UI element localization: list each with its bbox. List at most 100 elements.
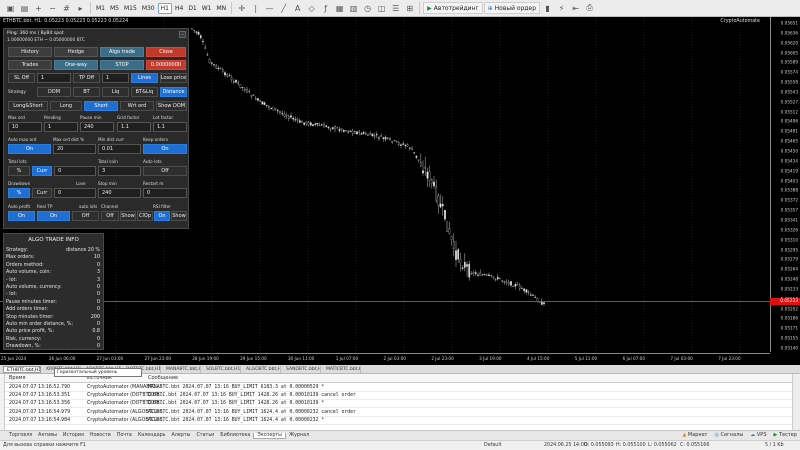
templates-icon[interactable]: ▦: [333, 2, 346, 15]
chart-shift-icon[interactable]: ⇤: [569, 2, 582, 15]
curr-toggle[interactable]: Curr: [32, 166, 52, 176]
auto-profit-toggle[interactable]: On: [8, 211, 35, 221]
restart-m-input[interactable]: 0: [143, 188, 187, 198]
grid-icon[interactable]: #: [60, 2, 73, 15]
channel-off-toggle[interactable]: Off: [101, 211, 119, 221]
pending-input[interactable]: 1: [44, 122, 78, 132]
chart-tab-sandbtc[interactable]: SANDBTC.bbt,H1: [283, 365, 321, 373]
lose-input[interactable]: 0: [54, 188, 96, 198]
vps-link[interactable]: ☁ VPS: [750, 432, 766, 438]
channel-show-button[interactable]: Show: [120, 211, 136, 221]
timeframe-m30[interactable]: M30: [140, 4, 157, 13]
grid-factor-input[interactable]: 1.1: [117, 122, 151, 132]
panel-minimize-button[interactable]: –: [179, 31, 186, 38]
tab-assets[interactable]: Активы: [35, 433, 60, 438]
time-column-header[interactable]: Время: [9, 375, 25, 381]
tab-experts[interactable]: Эксперты: [253, 432, 286, 439]
chart-tab-manabtc[interactable]: MANABTC.bbt,H1: [163, 365, 201, 373]
close-value-field[interactable]: 0.00000000: [146, 60, 186, 70]
objects-icon[interactable]: ◫: [375, 2, 388, 15]
market-link[interactable]: ▲ Маркет: [682, 432, 707, 438]
signals-link[interactable]: ◎ Сигналы: [714, 432, 743, 438]
auto-max-ord-toggle[interactable]: On: [8, 144, 51, 154]
long-short-button[interactable]: Long&Short: [8, 101, 48, 111]
bt-liq-button[interactable]: BT&Liq: [131, 87, 158, 97]
tab-library[interactable]: Библиотека: [217, 433, 253, 438]
keep-orders-toggle[interactable]: On: [143, 144, 187, 154]
tp-off-button[interactable]: TP Off: [73, 73, 100, 83]
tab-news[interactable]: Новости: [87, 433, 114, 438]
tab-trade[interactable]: Торговля: [6, 433, 35, 438]
new-chart-icon[interactable]: ▣: [4, 2, 17, 15]
clop-button[interactable]: ClOp: [137, 211, 153, 221]
max-ord-input[interactable]: 10: [8, 122, 42, 132]
chart-type-icon[interactable]: ▥: [347, 2, 360, 15]
market-watch-icon[interactable]: ⊞: [403, 2, 416, 15]
short-button[interactable]: Short: [84, 101, 118, 111]
depth-of-market-icon[interactable]: ▮: [541, 2, 554, 15]
pause-min-input[interactable]: 240: [80, 122, 114, 132]
profiles-icon[interactable]: ▤: [18, 2, 31, 15]
tab-calendar[interactable]: Календарь: [135, 433, 169, 438]
algo-trading-button[interactable]: ▶ Автотрейдинг: [423, 2, 483, 14]
algo-trade-button[interactable]: Algo trade: [100, 47, 144, 57]
timeframe-m1[interactable]: M1: [94, 4, 107, 13]
trendline-icon[interactable]: ╱: [277, 2, 290, 15]
tab-articles[interactable]: Статьи: [193, 433, 217, 438]
close-button[interactable]: Close: [146, 47, 186, 57]
vertical-line-icon[interactable]: |: [249, 2, 262, 15]
liq-button[interactable]: Liq: [102, 87, 129, 97]
time-axis[interactable]: 25 Jun 2024 26 Jun 06:00 27 Jun 03:00 27 Ju…: [0, 353, 770, 365]
auto-lots-toggle[interactable]: Off: [143, 166, 187, 176]
timeframe-mn[interactable]: MN: [215, 4, 229, 13]
timeframe-h1[interactable]: H1: [157, 2, 172, 14]
crosshair-icon[interactable]: ✛: [235, 2, 248, 15]
timeframe-m5[interactable]: M5: [108, 4, 121, 13]
indicators-icon[interactable]: ƒ: [319, 2, 332, 15]
real-tp-toggle[interactable]: On: [37, 211, 70, 221]
auto-lots-small-toggle[interactable]: Off: [72, 211, 99, 221]
tab-history[interactable]: История: [60, 433, 87, 438]
autoscroll-icon[interactable]: ▸: [74, 2, 87, 15]
message-column-header[interactable]: Сообщение: [148, 375, 178, 381]
journal-scrollbar[interactable]: [792, 374, 800, 431]
long-button[interactable]: Long: [50, 101, 82, 111]
navigator-icon[interactable]: ☰: [389, 2, 402, 15]
timeframe-h4[interactable]: H4: [173, 4, 185, 13]
percent-toggle[interactable]: %: [8, 166, 30, 176]
tab-mailbox[interactable]: Почта: [114, 433, 135, 438]
drawdown-percent-toggle[interactable]: %: [8, 188, 30, 198]
new-order-button[interactable]: ⊕ Новый ордер: [483, 2, 541, 14]
status-profile[interactable]: Default: [484, 443, 502, 448]
text-tool-icon[interactable]: A: [291, 2, 304, 15]
horizontal-line-icon[interactable]: —: [263, 2, 276, 15]
horizontal-level-line[interactable]: [0, 301, 770, 302]
zoom-out-icon[interactable]: −: [46, 2, 59, 15]
journal-row[interactable]: 2024.07.07 13:16:54.979 CryptoAutomator (…: [5, 409, 792, 417]
stop-min-input[interactable]: 240: [98, 188, 141, 198]
journal-row[interactable]: 2024.07.07 13:16:53.356 CryptoAutomator (…: [5, 400, 792, 409]
screenshot-icon[interactable]: ⎙: [583, 2, 596, 15]
one-way-button[interactable]: One-way: [54, 60, 98, 70]
dom-button[interactable]: DOM: [37, 87, 71, 97]
bt-button[interactable]: BT: [73, 87, 100, 97]
chart-tab-algobtc[interactable]: ALGOBTC.bbt,H1: [243, 365, 281, 373]
max-ord-dist-input[interactable]: 20: [53, 144, 96, 154]
tp-value-input[interactable]: 1: [102, 73, 129, 83]
sl-value-input[interactable]: 1: [37, 73, 71, 83]
chart-tab-maticbtc[interactable]: MATICBTC.bbt,H1: [323, 365, 361, 373]
rsi-show-button[interactable]: Show: [171, 211, 187, 221]
journal-row[interactable]: 2024.07.07 13:16:54.984 CryptoAutomator (…: [5, 417, 792, 425]
chart-tab-ethbtc[interactable]: ETHBTC.bbt,H1: [3, 365, 41, 373]
stop-button[interactable]: STOP: [100, 60, 144, 70]
chart-tab-solbtc[interactable]: SOLBTC.bbt,H1: [203, 365, 241, 373]
shapes-icon[interactable]: ◇: [305, 2, 318, 15]
total-lots-input[interactable]: 0: [54, 166, 96, 176]
lines-button[interactable]: Lines: [131, 73, 158, 83]
sl-off-button[interactable]: SL Off: [8, 73, 35, 83]
lot-factor-input[interactable]: 1.1: [153, 122, 187, 132]
timeframe-w1[interactable]: W1: [200, 4, 214, 13]
wrt-ord-button[interactable]: Wrt ord: [120, 101, 154, 111]
distance-button[interactable]: Distance: [160, 87, 187, 97]
drawdown-curr-toggle[interactable]: Curr: [32, 188, 52, 198]
